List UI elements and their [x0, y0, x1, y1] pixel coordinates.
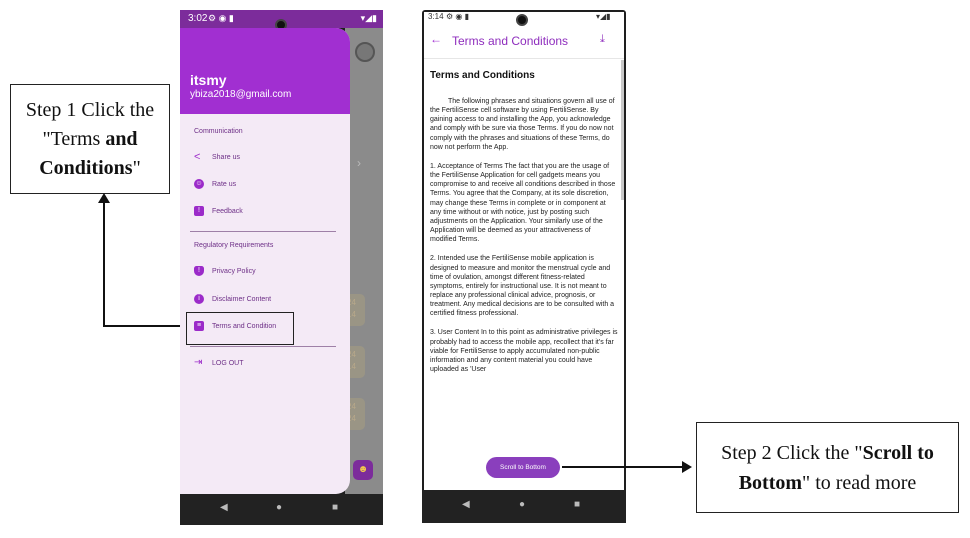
smiley-icon: ☺: [194, 179, 204, 189]
user-email: ybiza2018@gmail.com: [190, 89, 292, 100]
step2-text-end: " to read more: [802, 471, 917, 494]
drawer-item-label: Disclaimer Content: [212, 296, 272, 303]
drawer-item-label: Rate us: [212, 181, 237, 188]
page-title: Terms and Conditions: [452, 34, 569, 48]
nav-back-icon[interactable]: ◀: [220, 502, 228, 513]
share-icon: <: [194, 151, 201, 163]
user-name: itsmy: [190, 72, 227, 88]
nav-recent-icon[interactable]: ■: [574, 499, 580, 510]
main-screen-behind-drawer: › 24 14 24 14 24 24 ☻: [345, 28, 383, 495]
connector2: [562, 466, 684, 468]
status-time: 3:14: [428, 12, 444, 21]
step1-bold-conditions: Conditions: [39, 156, 133, 179]
info-icon: i: [194, 294, 204, 304]
status-time: 3:02: [188, 13, 208, 24]
connector1-horizontal: [103, 325, 187, 327]
feedback-icon: !: [194, 206, 204, 216]
system-nav-left: ◀ ● ■: [180, 494, 383, 525]
navigation-drawer: itsmy ybiza2018@gmail.com Communication …: [180, 28, 350, 494]
step2-callout: Step 2 Click the "Scroll to Bottom" to r…: [696, 422, 959, 513]
back-arrow-icon[interactable]: ←: [430, 32, 442, 46]
drawer-item-label: Feedback: [212, 208, 243, 215]
arrowhead-up-icon: [98, 193, 110, 203]
section-regulatory: Regulatory Requirements: [194, 242, 274, 249]
arrowhead-right-icon: [682, 461, 692, 473]
avatar[interactable]: [355, 42, 375, 62]
terms-heading: Terms and Conditions: [430, 70, 535, 81]
signal-battery-icon: ▾◢▮: [360, 13, 377, 23]
drawer-header: itsmy ybiza2018@gmail.com: [180, 28, 350, 114]
chevron-right-icon: ›: [357, 156, 361, 170]
status-icons: ⚙ ◉ ▮: [446, 12, 469, 21]
logout-button[interactable]: ⇥ LOG OUT: [194, 357, 334, 372]
signal-battery-icon: ▾◢▮: [596, 12, 611, 21]
step1-text-end: ": [132, 156, 141, 179]
camera-notch: [516, 14, 528, 26]
nav-home-icon[interactable]: ●: [276, 502, 282, 513]
chatbot-icon[interactable]: ☻: [353, 460, 373, 480]
terms-paragraph: 2. Intended use the FertiliSense mobile …: [430, 255, 615, 318]
terms-body[interactable]: The following phrases and situations gov…: [430, 97, 618, 454]
nav-recent-icon[interactable]: ■: [332, 502, 338, 513]
logout-label: LOG OUT: [212, 360, 244, 367]
step2-text: Step 2 Click the ": [721, 441, 863, 464]
highlight-box: [186, 312, 294, 345]
nav-home-icon[interactable]: ●: [519, 499, 525, 510]
terms-paragraph: 1. Acceptance of Terms The fact that you…: [430, 162, 616, 244]
drawer-item-privacy[interactable]: ! Privacy Policy: [194, 266, 334, 280]
status-icons: ⚙ ◉ ▮: [208, 13, 234, 23]
terms-paragraph: The following phrases and situations gov…: [430, 98, 615, 151]
drawer-item-label: Share us: [212, 154, 241, 161]
nav-back-icon[interactable]: ◀: [462, 499, 470, 510]
logout-icon: ⇥: [194, 357, 203, 368]
drawer-item-disclaimer[interactable]: i Disclaimer Content: [194, 294, 334, 308]
download-icon[interactable]: ⤓: [600, 33, 605, 46]
scroll-to-bottom-button[interactable]: Scroll to Bottom: [486, 457, 560, 478]
drawer-item-rate[interactable]: ☺ Rate us: [194, 179, 334, 193]
section-communication: Communication: [194, 128, 243, 135]
drawer-item-feedback[interactable]: ! Feedback: [194, 206, 334, 220]
scrollbar[interactable]: [621, 60, 624, 200]
step1-callout: Step 1 Click the "Terms and Conditions": [10, 84, 170, 194]
divider: [190, 346, 336, 347]
drawer-item-label: Privacy Policy: [212, 268, 256, 275]
divider: [190, 231, 336, 232]
drawer-item-share[interactable]: < Share us: [194, 151, 334, 166]
shield-icon: !: [194, 266, 204, 276]
terms-paragraph: 3. User Content In to this point as admi…: [430, 329, 618, 374]
connector1-vertical: [103, 200, 105, 326]
app-bar: ← Terms and Conditions ⤓: [424, 28, 624, 56]
appbar-divider: [424, 58, 624, 59]
system-nav-right: ◀ ● ■: [422, 490, 626, 523]
step1-bold-and: and: [105, 127, 138, 150]
